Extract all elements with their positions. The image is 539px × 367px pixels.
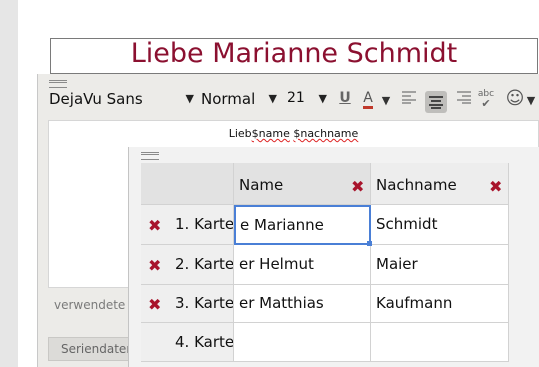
align-center-icon[interactable] — [425, 91, 447, 113]
emoji-glyph: ☺ — [505, 88, 525, 109]
font-family-value: DejaVu Sans — [49, 90, 143, 108]
delete-column-icon[interactable]: ✖ — [489, 177, 502, 196]
card-title: Liebe Marianne Schmidt — [130, 38, 458, 69]
table-cell-nachname[interactable]: Maier — [371, 245, 509, 285]
paragraph-style-select[interactable]: Normal ▼ — [201, 90, 277, 112]
font-size-value: 21 — [287, 90, 305, 106]
font-family-select[interactable]: DejaVu Sans ▼ — [49, 90, 194, 112]
spellcheck-icon[interactable]: abc ✔ — [477, 90, 495, 112]
editor-drag-handle[interactable] — [49, 80, 67, 88]
table-corner — [141, 163, 234, 205]
font-color-button[interactable]: A — [360, 90, 376, 112]
chevron-down-icon[interactable]: ▼ — [526, 94, 536, 116]
delete-row-icon[interactable]: ✖ — [148, 295, 161, 314]
chevron-down-icon[interactable]: ▼ — [380, 94, 392, 116]
table-row-header[interactable]: ✖ 1. Karte — [141, 205, 234, 245]
underline-icon: U — [339, 90, 351, 106]
cell-value: e Marianne — [240, 216, 324, 234]
cell-fill-handle[interactable] — [367, 241, 372, 246]
delete-row-icon[interactable]: ✖ — [148, 216, 161, 235]
column-header-name[interactable]: Name ✖ — [234, 163, 371, 205]
panel-drag-handle[interactable] — [141, 152, 159, 160]
delete-column-icon[interactable]: ✖ — [351, 177, 364, 196]
align-right-icon[interactable] — [455, 90, 473, 112]
font-size-select[interactable]: 21 ▼ — [287, 90, 327, 112]
column-header-label: Nachname — [376, 176, 457, 194]
row-label: 2. Karte — [175, 255, 234, 273]
table-cell-nachname[interactable]: Kaufmann — [371, 285, 509, 323]
font-color-icon: A — [363, 90, 373, 109]
field-name: $name — [251, 127, 290, 140]
chevron-down-icon: ▼ — [268, 92, 277, 105]
table-cell-name[interactable]: e Marianne — [234, 205, 371, 245]
align-left-icon[interactable] — [400, 90, 418, 112]
card-title-box: Liebe Marianne Schmidt — [50, 38, 538, 74]
table-row-header[interactable]: ✖ 2. Karte — [141, 245, 234, 285]
table-cell-nachname[interactable]: Schmidt — [371, 205, 509, 245]
row-label: 4. Karte — [175, 333, 234, 351]
row-label: 3. Karte — [175, 294, 234, 312]
table-cell-nachname[interactable] — [371, 323, 509, 362]
cell-value: Kaufmann — [376, 294, 453, 312]
merge-data-button[interactable]: Seriendaten — [48, 337, 138, 361]
table-cell-name[interactable]: er Matthias — [234, 285, 371, 323]
template-text: Lieb$name $nachname — [49, 127, 538, 140]
table-cell-name[interactable]: er Helmut — [234, 245, 371, 285]
column-header-nachname[interactable]: Nachname ✖ — [371, 163, 509, 205]
table-cell-name[interactable] — [234, 323, 371, 362]
merge-data-table: Name ✖ Nachname ✖ ✖ 1. Karte e Marianne … — [141, 163, 509, 362]
underline-button[interactable]: U — [337, 90, 353, 112]
table-row-header[interactable]: ✖ 3. Karte — [141, 285, 234, 323]
chevron-down-icon: ▼ — [185, 92, 194, 105]
emoji-icon[interactable]: ☺ — [505, 88, 525, 110]
template-prefix: Lieb — [228, 127, 252, 140]
cell-value: er Matthias — [239, 294, 324, 312]
delete-row-icon[interactable]: ✖ — [148, 256, 161, 275]
row-label: 1. Karte — [175, 215, 234, 233]
field-surname: $nachname — [293, 127, 359, 140]
cell-value: Maier — [376, 255, 418, 273]
cell-value: Schmidt — [376, 215, 438, 233]
cell-value: er Helmut — [239, 255, 314, 273]
chevron-down-icon: ▼ — [318, 92, 327, 105]
table-row-header[interactable]: 4. Karte — [141, 323, 234, 362]
column-header-label: Name — [239, 176, 284, 194]
paragraph-style-value: Normal — [201, 90, 256, 108]
